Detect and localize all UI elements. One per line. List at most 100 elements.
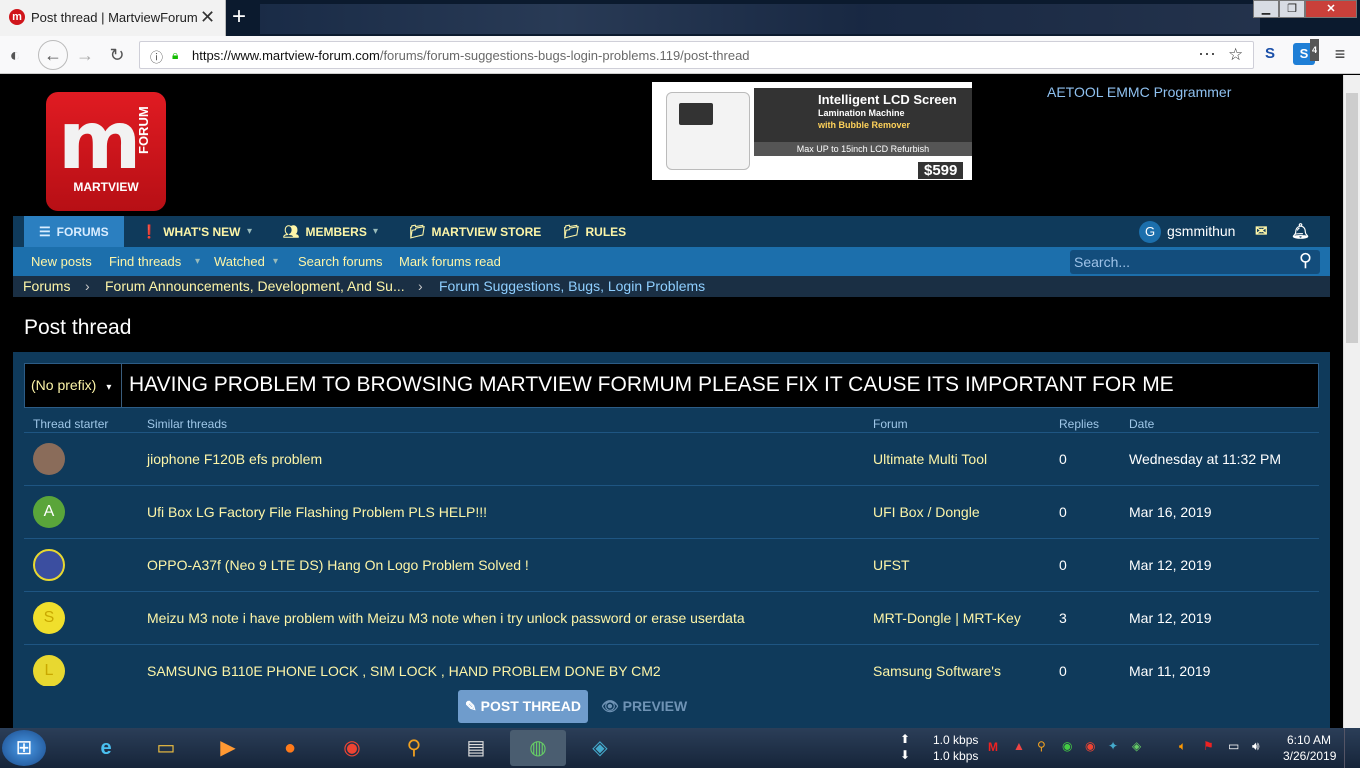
ad-text-link[interactable]: AETOOL EMMC Programmer xyxy=(1047,84,1231,100)
thread-title-link[interactable]: OPPO-A37f (Neo 9 LTE DS) Hang On Logo Pr… xyxy=(147,557,529,573)
table-row[interactable]: OPPO-A37f (Neo 9 LTE DS) Hang On Logo Pr… xyxy=(24,538,1319,591)
start-button[interactable]: ⊞ xyxy=(2,730,46,766)
network-app-icon[interactable]: ◈ xyxy=(572,730,628,766)
subnav-find-threads[interactable]: Find threads xyxy=(109,247,181,276)
windows-taskbar: ⊞ e ▭ ▶ ● ◉ ⚲ ▤ ◍ ◈ ⬆ ⬇ 1.0 kbps 1.0 kbp… xyxy=(0,728,1360,768)
inbox-icon[interactable]: ✉ xyxy=(1255,216,1268,247)
thread-title-link[interactable]: jiophone F120B efs problem xyxy=(147,451,322,467)
media-player-icon[interactable]: ▶ xyxy=(200,730,256,766)
network-tool-icon[interactable]: ▤ xyxy=(448,730,504,766)
martview-tray-icon[interactable]: M xyxy=(988,740,998,754)
nav-members[interactable]: 👥︎ MEMBERS xyxy=(283,216,367,247)
minimize-icon[interactable]: ▁ xyxy=(1253,0,1279,18)
hamburger-menu-icon[interactable]: ≡ xyxy=(1329,43,1351,65)
firefox-icon[interactable]: ● xyxy=(262,730,318,766)
volume-icon[interactable]: 🔊︎ xyxy=(1252,739,1260,754)
col-date: Date xyxy=(1129,417,1155,431)
find-threads-caret-icon[interactable]: ▾ xyxy=(195,247,200,276)
martview-logo[interactable]: m FORUM MARTVIEW xyxy=(46,92,166,211)
extension-s-icon[interactable]: S xyxy=(1259,43,1281,65)
nav-forums[interactable]: ☰ FORUMS xyxy=(24,216,124,247)
globe-app-icon[interactable]: ◍ xyxy=(510,730,566,766)
prefix-select[interactable]: (No prefix) ▾ xyxy=(25,364,122,407)
forum-link[interactable]: MRT-Dongle | MRT-Key xyxy=(873,610,1021,626)
chrome-icon[interactable]: ◉ xyxy=(324,730,380,766)
tray-search-icon[interactable]: ⚲ xyxy=(1037,739,1046,753)
forum-link[interactable]: Samsung Software's xyxy=(873,663,1001,679)
bell-icon[interactable]: 🔔︎ xyxy=(1291,216,1310,247)
table-row[interactable]: A Ufi Box LG Factory File Flashing Probl… xyxy=(24,485,1319,538)
utorrent-icon[interactable]: ◉ xyxy=(1062,739,1072,753)
tray-chrome-icon[interactable]: ◉ xyxy=(1085,739,1095,753)
forward-arrow-icon[interactable]: → xyxy=(72,42,98,68)
avatar[interactable]: A xyxy=(33,496,65,528)
page-actions-icon[interactable]: ··· xyxy=(1198,43,1216,64)
avatar[interactable]: S xyxy=(33,602,65,634)
extension-badge: 4 xyxy=(1309,39,1319,61)
subnav-search-forums[interactable]: Search forums xyxy=(298,247,383,276)
avatar[interactable]: L xyxy=(33,655,65,687)
page-scrollbar[interactable] xyxy=(1343,75,1360,728)
nav-martview-store[interactable]: 📁︎ MARTVIEW STORE xyxy=(409,216,541,247)
subnav-new-posts[interactable]: New posts xyxy=(31,247,92,276)
forum-link[interactable]: UFST xyxy=(873,557,910,573)
new-tab-button[interactable]: + xyxy=(232,3,246,31)
preview-button[interactable]: 👁︎ PREVIEW xyxy=(601,690,687,723)
avatar[interactable] xyxy=(33,549,65,581)
tracking-icon[interactable]: ◐ xyxy=(2,42,28,68)
site-info-icon[interactable]: ⓘ xyxy=(150,47,163,66)
search-icon[interactable]: ⚲ xyxy=(1299,250,1312,271)
address-bar[interactable]: ⓘ 🔒︎ https://www.martview-forum.com/foru… xyxy=(139,41,1254,69)
members-caret-icon[interactable]: ▾ xyxy=(373,216,378,247)
tab-close-icon[interactable]: ✕ xyxy=(200,7,215,28)
site-favicon-icon: m xyxy=(9,9,25,25)
subnav-mark-forums-read[interactable]: Mark forums read xyxy=(399,247,501,276)
subnav-watched[interactable]: Watched xyxy=(214,247,265,276)
browser-tab-bar: m Post thread | MartviewForum ✕ + ▁ ❐ ✕ xyxy=(0,0,1360,36)
browser-tab[interactable]: m Post thread | MartviewForum ✕ xyxy=(0,0,226,36)
post-thread-button[interactable]: ✎ POST THREAD xyxy=(458,690,588,723)
scrollbar-thumb[interactable] xyxy=(1346,93,1358,343)
forum-link[interactable]: UFI Box / Dongle xyxy=(873,504,980,520)
ie-icon[interactable]: e xyxy=(78,730,134,766)
speaker-muted-icon[interactable]: 🔈︎ xyxy=(1179,739,1186,754)
thread-title-link[interactable]: Ufi Box LG Factory File Flashing Problem… xyxy=(147,504,487,520)
breadcrumb-suggestions[interactable]: Forum Suggestions, Bugs, Login Problems xyxy=(439,278,705,294)
clock-time[interactable]: 6:10 AM xyxy=(1287,733,1331,747)
nav-rules[interactable]: 📁︎ RULES xyxy=(563,216,626,247)
explorer-folder-icon[interactable]: ▭ xyxy=(138,730,194,766)
table-row[interactable]: jiophone F120B efs problem Ultimate Mult… xyxy=(24,432,1319,485)
flag-alert-icon[interactable]: ⚑ xyxy=(1203,739,1214,753)
user-menu[interactable]: Ggsmmithun xyxy=(1139,216,1235,247)
tray-tool-icon[interactable]: ✦ xyxy=(1108,739,1118,753)
browser-toolbar: ◐ ← → ↻ ⓘ 🔒︎ https://www.martview-forum.… xyxy=(0,36,1360,74)
tray-network-icon[interactable]: ◈ xyxy=(1132,739,1141,753)
restore-icon[interactable]: ❐ xyxy=(1279,0,1305,18)
ad-banner[interactable]: Intelligent LCD Screen Lamination Machin… xyxy=(652,82,972,180)
thread-title-input[interactable]: HAVING PROBLEM TO BROWSING MARTVIEW FORM… xyxy=(129,373,1174,397)
tray-app-icon[interactable]: ▲ xyxy=(1013,739,1025,753)
breadcrumb-forums[interactable]: Forums xyxy=(23,278,70,294)
search-input[interactable]: Search... ⚲ xyxy=(1070,250,1320,274)
thread-title-link[interactable]: SAMSUNG B110E PHONE LOCK , SIM LOCK , HA… xyxy=(147,663,661,679)
thread-title-link[interactable]: Meizu M3 note i have problem with Meizu … xyxy=(147,610,745,626)
breadcrumb-announcements[interactable]: Forum Announcements, Development, And Su… xyxy=(105,278,405,294)
watched-caret-icon[interactable]: ▾ xyxy=(273,247,278,276)
table-row[interactable]: S Meizu M3 note i have problem with Meiz… xyxy=(24,591,1319,644)
thread-date: Mar 16, 2019 xyxy=(1129,504,1212,520)
bookmark-star-icon[interactable]: ☆ xyxy=(1228,45,1243,65)
clock-date[interactable]: 3/26/2019 xyxy=(1283,749,1336,763)
avatar[interactable] xyxy=(33,443,65,475)
whats-new-caret-icon[interactable]: ▾ xyxy=(247,216,252,247)
nav-whats-new[interactable]: ❗ WHAT'S NEW xyxy=(141,216,240,247)
forum-link[interactable]: Ultimate Multi Tool xyxy=(873,451,987,467)
thread-title-field[interactable]: (No prefix) ▾ HAVING PROBLEM TO BROWSING … xyxy=(24,363,1319,408)
reload-icon[interactable]: ↻ xyxy=(104,42,130,68)
show-desktop-button[interactable] xyxy=(1344,728,1360,768)
extension-skype-icon[interactable]: S4 xyxy=(1293,39,1319,65)
search-tool-icon[interactable]: ⚲ xyxy=(386,730,442,766)
back-arrow-icon[interactable]: ← xyxy=(38,40,68,70)
close-window-icon[interactable]: ✕ xyxy=(1305,0,1357,18)
network-status-icon[interactable]: ▭ xyxy=(1228,739,1239,753)
main-nav: ☰ FORUMS ❗ WHAT'S NEW ▾ 👥︎ MEMBERS ▾ 📁︎ MART… xyxy=(13,216,1330,247)
